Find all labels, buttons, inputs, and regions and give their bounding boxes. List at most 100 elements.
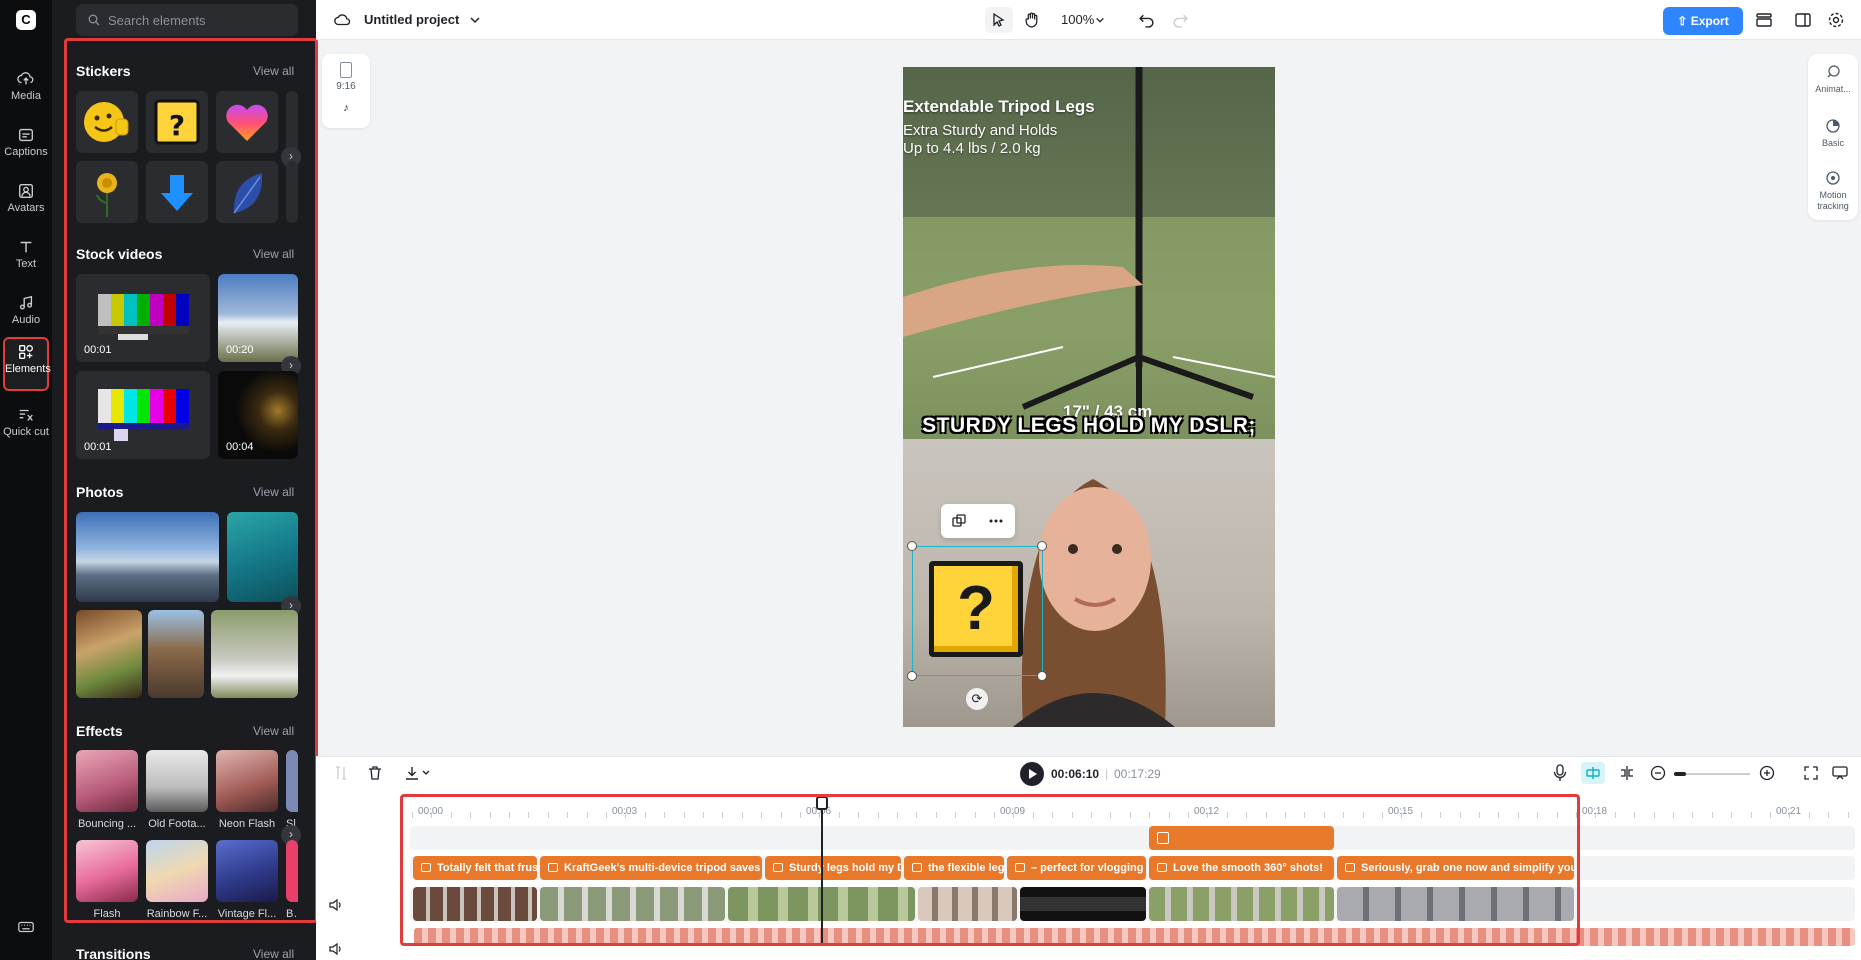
- stock-videos-view-all[interactable]: View all: [253, 247, 294, 261]
- text-clip[interactable]: Sturdy legs hold my D: [765, 856, 901, 880]
- video-clip[interactable]: [413, 887, 537, 921]
- microphone-icon[interactable]: [1553, 764, 1567, 782]
- chevron-down-icon[interactable]: [1095, 15, 1105, 25]
- ruler-tick: [1750, 812, 1752, 818]
- rail-item-media[interactable]: Media: [0, 66, 52, 114]
- right-properties-panel: Animat... Basic Motion tracking: [1808, 54, 1858, 220]
- sticker-rose[interactable]: [76, 161, 138, 223]
- rail-item-quick-cut[interactable]: Quick cut: [0, 402, 52, 454]
- redo-icon[interactable]: [1172, 11, 1189, 28]
- sticker-heart[interactable]: [216, 91, 278, 153]
- caption-preview-icon[interactable]: [1832, 765, 1848, 781]
- rail-item-captions[interactable]: Captions: [0, 122, 52, 170]
- stock-video-mountains[interactable]: 00:20: [218, 274, 298, 362]
- playhead[interactable]: [821, 798, 823, 946]
- resize-handle-bottom-right[interactable]: [1037, 671, 1047, 681]
- split-disabled-icon[interactable]: [334, 765, 348, 781]
- app-logo[interactable]: C: [16, 10, 36, 30]
- text-clip[interactable]: Love the smooth 360° shots!: [1149, 856, 1334, 880]
- search-input[interactable]: [76, 4, 298, 36]
- audio-clip[interactable]: [414, 928, 1855, 946]
- zoom-out-icon[interactable]: [1650, 765, 1666, 781]
- video-clip[interactable]: [540, 887, 725, 921]
- video-clip[interactable]: [918, 887, 1017, 921]
- text-clip[interactable]: the flexible leg: [904, 856, 1004, 880]
- video-clip[interactable]: [1149, 887, 1334, 921]
- photo-city-skyline[interactable]: [76, 512, 219, 602]
- download-icon[interactable]: [404, 765, 432, 781]
- play-button[interactable]: [1020, 762, 1044, 786]
- project-title[interactable]: Untitled project: [364, 12, 459, 27]
- sticker-thumbs-up-face[interactable]: [76, 91, 138, 153]
- panel-toggle-icon[interactable]: [1794, 11, 1812, 29]
- chevron-down-icon[interactable]: [469, 14, 481, 26]
- text-clip[interactable]: KraftGeek's multi-device tripod saves: [540, 856, 762, 880]
- text-clip[interactable]: Totally felt that frus: [413, 856, 537, 880]
- effect-flash[interactable]: Flash: [76, 840, 138, 922]
- stickers-view-all[interactable]: View all: [253, 64, 294, 78]
- more-icon[interactable]: [988, 514, 1004, 528]
- zoom-level[interactable]: 100%: [1061, 12, 1094, 27]
- rotate-handle-icon[interactable]: ⟳: [966, 688, 988, 710]
- sticker-partial[interactable]: [286, 91, 298, 153]
- transitions-view-all[interactable]: View all: [253, 947, 294, 960]
- layers-icon[interactable]: [1755, 11, 1773, 29]
- effect-old-footage[interactable]: Old Foota...: [146, 750, 208, 832]
- photo-sea[interactable]: [227, 512, 298, 602]
- stock-video-color-bars[interactable]: 00:01: [76, 274, 210, 362]
- sticker-leaf[interactable]: [216, 161, 278, 223]
- rail-item-text[interactable]: Text: [0, 234, 52, 282]
- text-clip[interactable]: Seriously, grab one now and simplify you…: [1337, 856, 1574, 880]
- effect-partial-2[interactable]: Be: [286, 840, 298, 922]
- video-clip[interactable]: [1020, 887, 1146, 921]
- delete-icon[interactable]: [367, 765, 383, 781]
- video-caption[interactable]: STURDY LEGS HOLD MY DSLR;: [903, 414, 1275, 438]
- sticker-question-block[interactable]: ?: [146, 91, 208, 153]
- selection-box[interactable]: [912, 546, 1043, 676]
- select-tool-button[interactable]: [985, 7, 1013, 33]
- playhead-handle[interactable]: [816, 796, 828, 810]
- video-clip[interactable]: [1337, 887, 1574, 921]
- export-button[interactable]: ⇧ Export: [1663, 7, 1743, 35]
- sticker-clip[interactable]: [1149, 826, 1334, 850]
- sticker-partial-2[interactable]: [286, 161, 298, 223]
- rail-item-avatars[interactable]: Avatars: [0, 178, 52, 226]
- sticker-down-arrow[interactable]: [146, 161, 208, 223]
- speaker-icon[interactable]: [329, 898, 343, 912]
- stock-video-color-bars-2[interactable]: 00:01: [76, 371, 210, 459]
- ruler-tick: [528, 812, 530, 818]
- prop-basic[interactable]: Basic: [1808, 118, 1858, 149]
- settings-icon[interactable]: [1827, 11, 1845, 29]
- stock-video-sparkle[interactable]: 00:04: [218, 371, 298, 459]
- resize-handle-top-right[interactable]: [1037, 541, 1047, 551]
- zoom-in-icon[interactable]: [1759, 765, 1775, 781]
- speaker-icon[interactable]: [329, 942, 343, 956]
- keyboard-icon[interactable]: [17, 918, 35, 936]
- photo-street[interactable]: [148, 610, 204, 698]
- effect-partial[interactable]: Sl: [286, 750, 298, 832]
- prop-motion-tracking[interactable]: Motion tracking: [1808, 170, 1858, 212]
- resize-handle-top-left[interactable]: [907, 541, 917, 551]
- rail-item-audio[interactable]: Audio: [0, 290, 52, 338]
- effect-bouncing[interactable]: Bouncing ...: [76, 750, 138, 832]
- effect-neon-flash[interactable]: Neon Flash: [216, 750, 278, 832]
- photo-white-dog[interactable]: [211, 610, 298, 698]
- text-clip[interactable]: – perfect for vlogging: [1007, 856, 1146, 880]
- aspect-ratio-card[interactable]: 9:16 ♪: [322, 54, 370, 128]
- effects-view-all[interactable]: View all: [253, 724, 294, 738]
- rail-item-elements[interactable]: Elements: [3, 337, 51, 391]
- cloud-icon[interactable]: [333, 11, 351, 29]
- split-icon[interactable]: [1619, 765, 1635, 781]
- fit-screen-icon[interactable]: [1803, 765, 1819, 781]
- prop-animation[interactable]: Animat...: [1808, 64, 1858, 95]
- photo-sandwich[interactable]: [76, 610, 142, 698]
- resize-handle-bottom-left[interactable]: [907, 671, 917, 681]
- effect-vintage-flash[interactable]: Vintage Fl...: [216, 840, 278, 922]
- overlay-line: Up to 4.4 lbs / 2.0 kg: [903, 140, 1041, 157]
- photos-view-all[interactable]: View all: [253, 485, 294, 499]
- effect-rainbow[interactable]: Rainbow F...: [146, 840, 208, 922]
- duplicate-icon[interactable]: [952, 514, 966, 528]
- undo-icon[interactable]: [1138, 11, 1155, 28]
- magnet-toggle-button[interactable]: [1581, 762, 1605, 784]
- hand-icon[interactable]: [1024, 11, 1041, 28]
